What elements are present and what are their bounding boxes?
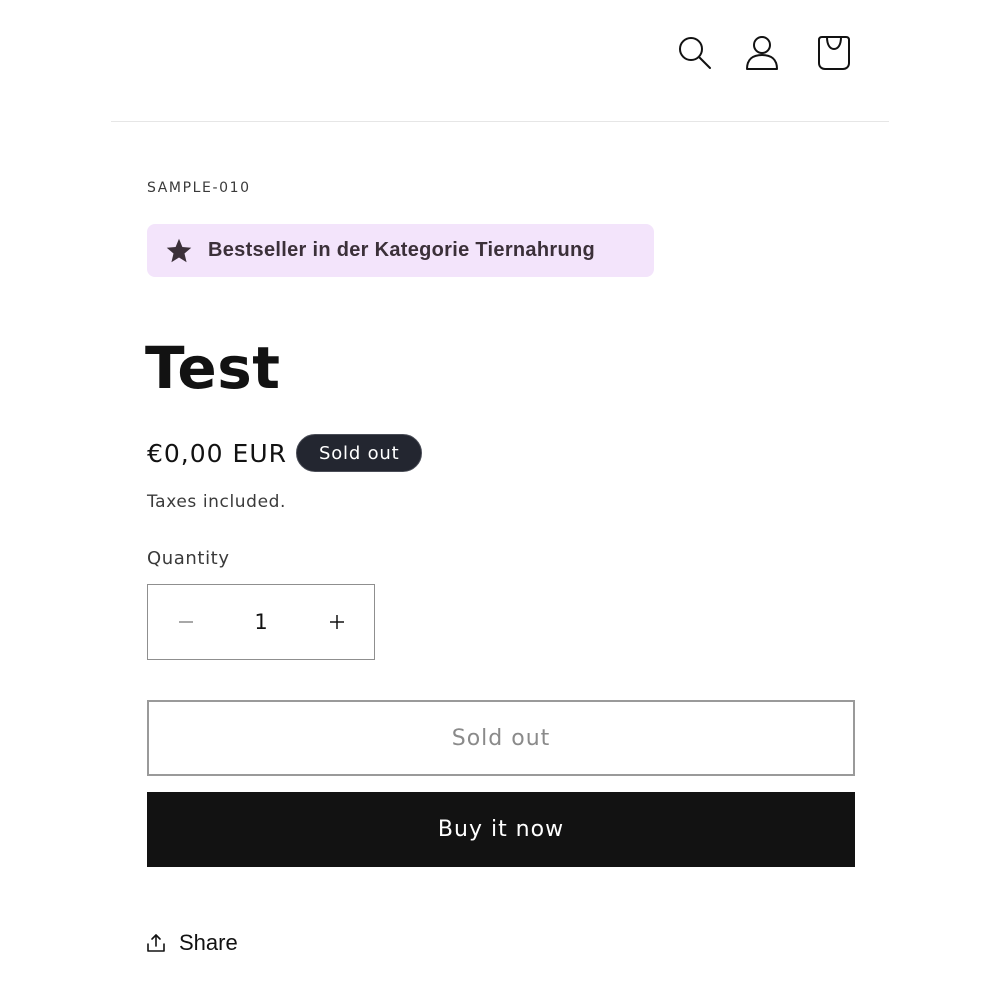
bestseller-badge: Bestseller in der Kategorie Tiernahrung xyxy=(147,224,654,277)
star-icon xyxy=(165,237,193,265)
quantity-stepper xyxy=(147,584,375,660)
cart-icon[interactable] xyxy=(814,33,854,73)
sold-out-badge: Sold out xyxy=(295,434,423,472)
add-to-cart-button[interactable]: Sold out xyxy=(147,700,855,776)
share-icon xyxy=(145,932,167,954)
quantity-input[interactable] xyxy=(223,585,299,659)
quantity-label: Quantity xyxy=(147,548,230,569)
quantity-decrease-button[interactable] xyxy=(148,585,223,659)
buy-now-button[interactable]: Buy it now xyxy=(147,792,855,867)
minus-icon xyxy=(178,621,193,623)
taxes-note: Taxes included. xyxy=(147,492,287,512)
share-button[interactable]: Share xyxy=(145,926,238,960)
account-icon[interactable] xyxy=(742,33,782,73)
product-title: Test xyxy=(145,334,281,402)
product-page: SAMPLE-010 Bestseller in der Kategorie T… xyxy=(0,0,1000,1000)
share-label: Share xyxy=(179,930,238,955)
bestseller-badge-text: Bestseller in der Kategorie Tiernahrung xyxy=(208,239,595,261)
price-row: €0,00 EUR Sold out xyxy=(147,432,423,474)
site-header xyxy=(111,0,889,122)
product-price: €0,00 EUR xyxy=(147,438,287,468)
plus-icon xyxy=(329,615,344,629)
search-icon[interactable] xyxy=(675,33,715,73)
product-sku: SAMPLE-010 xyxy=(147,180,251,196)
quantity-increase-button[interactable] xyxy=(299,585,374,659)
